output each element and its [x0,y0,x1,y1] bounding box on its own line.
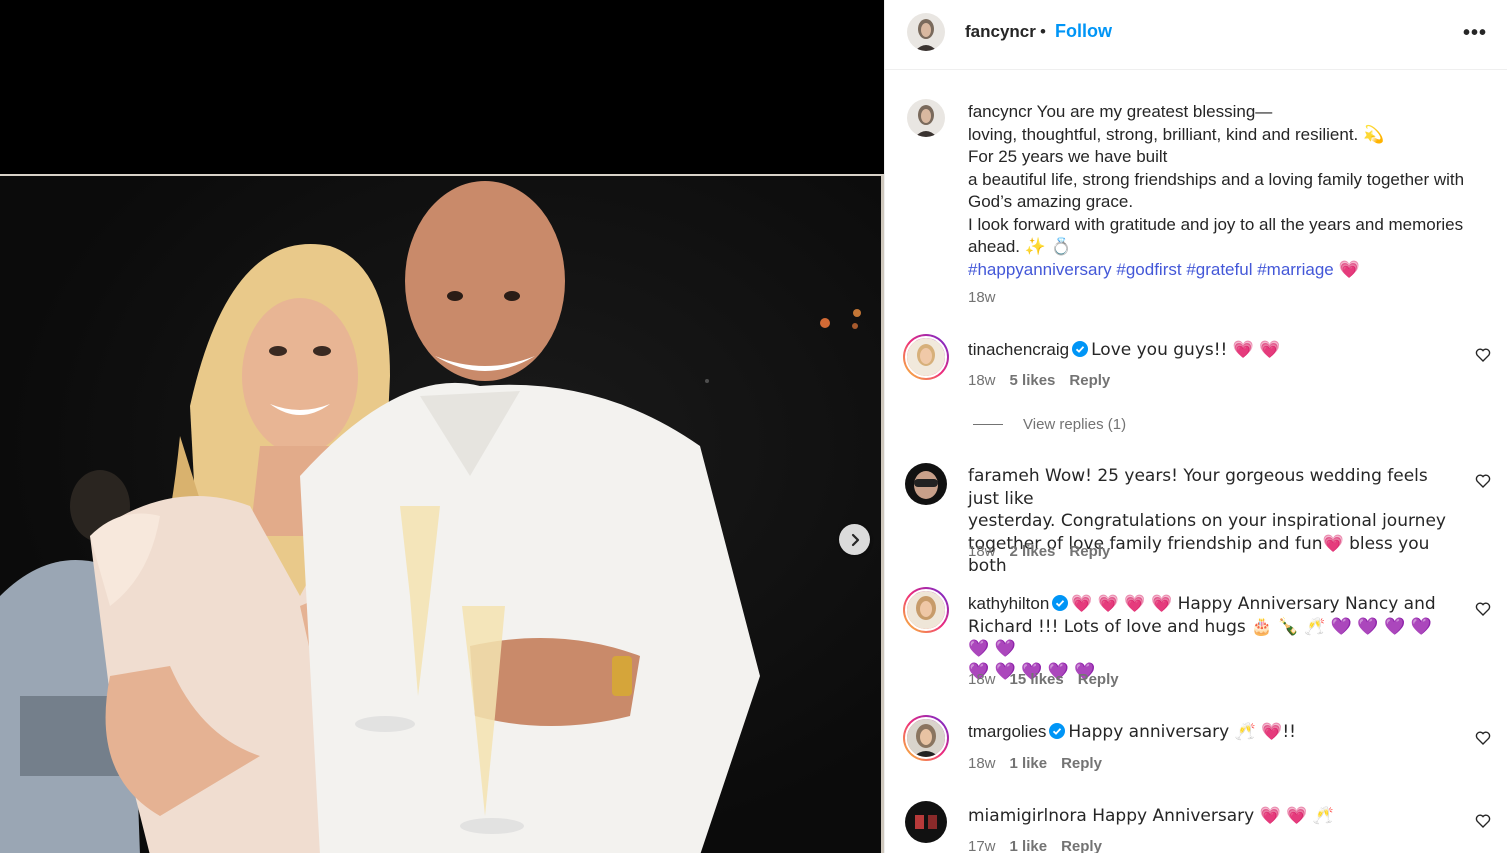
comment-likes[interactable]: 5 likes [1010,372,1056,389]
verified-badge-icon [1049,723,1066,739]
caption-author-avatar[interactable] [907,99,945,137]
post-header: fancyncr • Follow ••• [885,0,1507,70]
comment-text: farameh Wow! 25 years! Your gorgeous wed… [968,465,1458,578]
commenter-avatar[interactable] [903,334,949,380]
comment-body: Love you guys!! 💗 💗 [1091,340,1281,360]
comment-line: yesterday. Congratulations on your inspi… [968,511,1446,531]
caption-line: I look forward with gratitude and joy to… [968,214,1464,234]
comment-body: miamigirlnora Happy Anniversary 💗 💗 🥂 [968,806,1334,826]
caption-line: ahead. ✨ 💍 [968,237,1072,256]
comment-line: farameh Wow! 25 years! Your gorgeous wed… [968,466,1428,509]
caption-line: God’s amazing grace. [968,192,1134,211]
commenter-avatar[interactable] [903,461,949,507]
comment-meta: 18w 1 like Reply [968,755,1102,772]
post-detail-panel: fancyncr • Follow ••• fancyncr You are m… [884,0,1507,853]
caption-line: For 25 years we have built [968,147,1168,166]
verified-badge-icon [1072,341,1089,357]
caption-line: a beautiful life, strong friendships and… [968,169,1465,189]
comment-username[interactable]: kathyhilton [968,594,1049,613]
heart-outline-icon[interactable] [1475,601,1491,617]
verified-badge-icon [1052,595,1069,611]
comment-line: Richard !!! Lots of love and hugs 🎂 🍾 🥂 … [968,616,1432,660]
commenter-avatar[interactable] [903,715,949,761]
caption-line: loving, thoughtful, strong, brilliant, k… [968,124,1385,144]
caption-timestamp[interactable]: 18w [968,289,996,306]
reply-button[interactable]: Reply [1078,671,1119,688]
view-replies-button[interactable]: View replies (1) [973,416,1126,433]
comment-likes[interactable]: 2 likes [1010,543,1056,560]
more-options-icon[interactable]: ••• [1463,22,1487,45]
comment-time[interactable]: 18w [968,543,996,560]
comment-likes[interactable]: 1 like [1010,755,1048,772]
reply-button[interactable]: Reply [1069,543,1110,560]
comment-meta: 17w 1 like Reply [968,838,1102,853]
comment-meta: 18w 2 likes Reply [968,543,1110,560]
comment-likes[interactable]: 15 likes [1010,671,1064,688]
post-photo [0,174,884,853]
hashtag-link[interactable]: #godfirst [1116,260,1186,279]
comment-likes[interactable]: 1 like [1010,838,1048,853]
post-caption: fancyncr You are my greatest blessing— l… [968,101,1493,281]
comment-time[interactable]: 17w [968,838,996,853]
comment-text: tinachencraig Love you guys!! 💗 💗 [968,339,1448,362]
comment-username[interactable]: tinachencraig [968,340,1069,359]
reply-button[interactable]: Reply [1069,372,1110,389]
separator-dot: • [1040,22,1046,41]
comment-text: miamigirlnora Happy Anniversary 💗 💗 🥂 [968,805,1448,828]
commenter-avatar[interactable] [903,587,949,633]
comment-line: 💗 💗 💗 💗 Happy Anniversary Nancy and [1071,594,1436,614]
commenter-avatar[interactable] [903,799,949,845]
reply-button[interactable]: Reply [1061,838,1102,853]
comment-meta: 18w 15 likes Reply [968,671,1119,688]
comment-time[interactable]: 18w [968,755,996,772]
comment-time[interactable]: 18w [968,372,996,389]
follow-button[interactable]: Follow [1055,21,1112,42]
chevron-right-icon [851,533,859,546]
heart-outline-icon[interactable] [1475,813,1491,829]
replies-divider-line [973,424,1003,425]
hashtag-link[interactable]: #grateful [1186,260,1257,279]
comment-username[interactable]: tmargolies [968,722,1046,741]
heart-outline-icon[interactable] [1475,730,1491,746]
view-replies-label: View replies (1) [1023,416,1127,433]
hashtag-link[interactable]: #happyanniversary [968,260,1116,279]
caption-line: fancyncr You are my greatest blessing— [968,102,1273,121]
hashtag-row: #happyanniversary #godfirst #grateful #m… [968,259,1493,282]
comment-text: kathyhilton 💗 💗 💗 💗 Happy Anniversary Nan… [968,593,1458,683]
reply-button[interactable]: Reply [1061,755,1102,772]
comment-text: tmargolies Happy anniversary 🥂 💗!! [968,721,1448,744]
post-media[interactable] [0,0,884,853]
heart-outline-icon[interactable] [1475,347,1491,363]
comment-meta: 18w 5 likes Reply [968,372,1110,389]
author-avatar[interactable] [907,13,945,51]
next-slide-button[interactable] [839,524,870,555]
heart-emoji: 💗 [1338,259,1360,280]
author-username[interactable]: fancyncr [965,22,1036,42]
comment-time[interactable]: 18w [968,671,996,688]
couple-photo-illustration [0,181,861,853]
hashtag-link[interactable]: #marriage [1257,260,1338,279]
heart-outline-icon[interactable] [1475,473,1491,489]
comment-body: Happy anniversary 🥂 💗!! [1068,722,1296,742]
